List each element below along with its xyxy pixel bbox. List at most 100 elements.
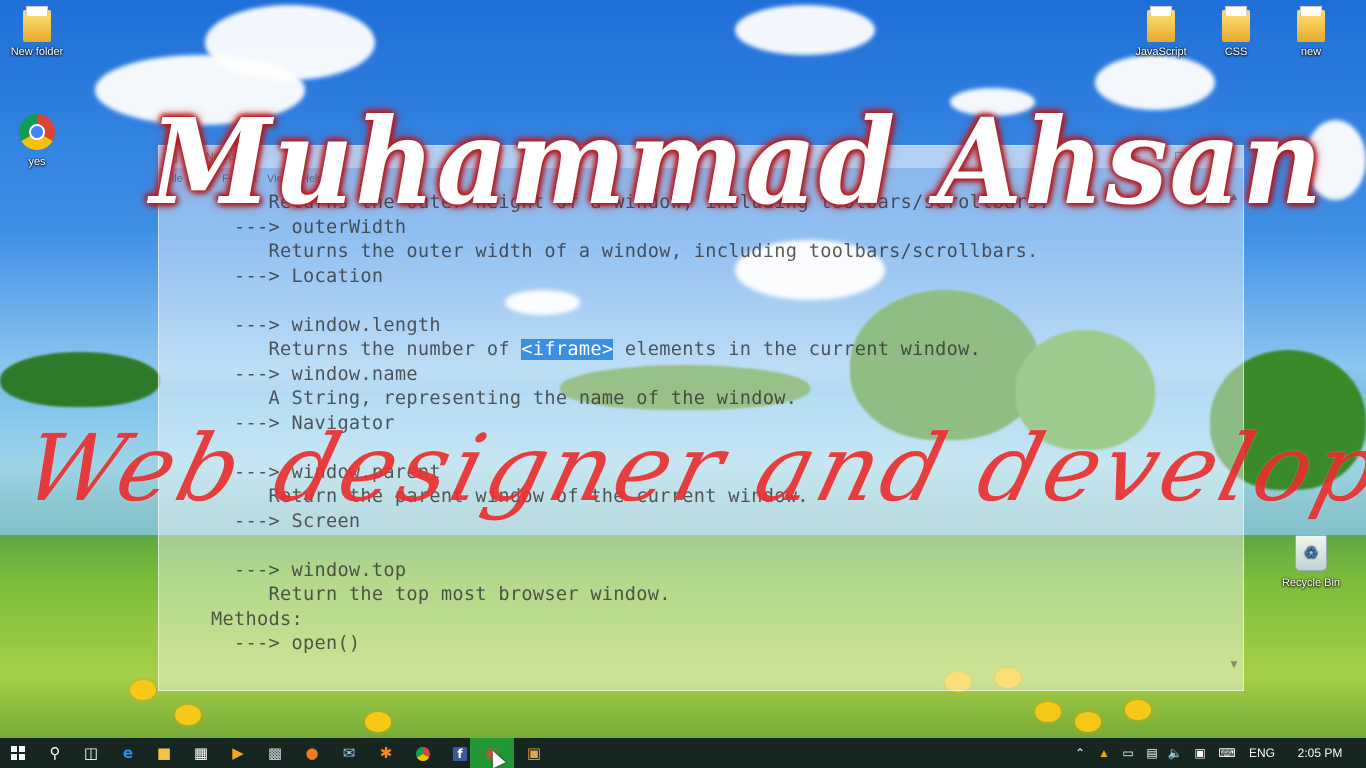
desktop-icon-label: JavaScript <box>1135 46 1187 58</box>
chrome-icon <box>416 746 430 761</box>
chrome-icon <box>19 114 55 150</box>
volume-icon[interactable]: 🔈 <box>1164 738 1186 768</box>
file-explorer-icon: ■ <box>156 744 172 762</box>
text-line: Returns the outer width of a window, inc… <box>211 241 1039 262</box>
text-line: Returns the number of <iframe> elements … <box>211 339 981 360</box>
menu-edit[interactable]: Edit <box>192 173 211 185</box>
text-line-tail: elements in the current window. <box>613 339 982 360</box>
start-button[interactable] <box>0 738 36 768</box>
scroll-down-icon[interactable]: ▼ <box>1229 660 1239 672</box>
firefox-button[interactable]: ● <box>294 738 330 768</box>
text-line: ---> window.top <box>211 560 407 581</box>
network-icon[interactable]: ▤ <box>1141 738 1163 768</box>
title-bar[interactable]: JS - Notepad — ☐ ✕ <box>159 146 1243 168</box>
treeline <box>0 352 160 407</box>
facebook-icon: f <box>453 747 467 761</box>
desktop-icon-recycle-bin[interactable]: Recycle Bin <box>1276 535 1346 589</box>
flower <box>1075 712 1101 732</box>
desktop-icon-css[interactable]: CSS <box>1201 6 1271 58</box>
close-button[interactable]: ✕ <box>1203 147 1243 167</box>
tray-expand-icon[interactable]: ⌃ <box>1070 738 1090 768</box>
search-icon: ⚲ <box>49 744 61 762</box>
cloud <box>950 88 1035 116</box>
flower <box>365 712 391 732</box>
mail-button[interactable]: ✉ <box>331 738 367 768</box>
text-line: ---> Screen <box>211 511 361 532</box>
edge-icon: e <box>122 744 134 762</box>
language-indicator[interactable]: ENG <box>1243 738 1281 768</box>
menu-bar: File Edit Format View Help <box>159 168 1243 190</box>
maximize-button[interactable]: ☐ <box>1159 147 1199 167</box>
menu-format[interactable]: Format <box>222 173 257 185</box>
text-line: Return the top most browser window. <box>211 584 671 605</box>
console-button[interactable]: ▣ <box>516 738 552 768</box>
folder-icon <box>1147 6 1175 42</box>
text-line: ---> window.length <box>211 315 441 336</box>
flower <box>175 705 201 725</box>
desktop-icon-yes[interactable]: yes <box>2 114 72 168</box>
folder-icon <box>1297 6 1325 42</box>
desktop-icon-javascript[interactable]: JavaScript <box>1126 6 1196 58</box>
cloud <box>1095 55 1215 110</box>
text-area[interactable]: Returns the outer height of a window, in… <box>159 190 1229 690</box>
menu-file[interactable]: File <box>165 173 183 185</box>
desktop: New folder yes JavaScript CSS new Recycl… <box>0 0 1366 768</box>
text-line: ---> Navigator <box>211 413 395 434</box>
desktop-icon-new-folder[interactable]: New folder <box>2 6 72 58</box>
desktop-icon-new[interactable]: new <box>1276 6 1346 58</box>
menu-view[interactable]: View <box>267 173 291 185</box>
console-icon: ▣ <box>526 744 542 762</box>
search-button[interactable]: ⚲ <box>37 738 73 768</box>
text-line: ---> outerWidth <box>211 217 407 238</box>
taskbar: ⚲ ◫ e ■ ▦ ▶ ▩ ● ✉ ✱ f ◉ ▣ ⌃ ▲ ▭ ▤ 🔈 ▣ ⌨ … <box>0 738 1366 768</box>
paint-icon: ✱ <box>379 744 393 762</box>
media-player-icon: ▶ <box>232 744 244 762</box>
selected-text: <iframe> <box>521 339 614 360</box>
folder-icon <box>1222 6 1250 42</box>
edge-button[interactable]: e <box>110 738 146 768</box>
minimize-button[interactable]: — <box>1115 147 1155 167</box>
text-line: ---> Location <box>211 266 384 287</box>
start-icon <box>11 746 25 760</box>
chrome-taskbar-button[interactable] <box>405 738 441 768</box>
action-center-icon[interactable]: ▣ <box>1188 738 1212 768</box>
media-player-button[interactable]: ▶ <box>220 738 256 768</box>
flower <box>1035 702 1061 722</box>
mail-icon: ✉ <box>342 744 356 762</box>
scroll-up-icon[interactable]: ▲ <box>1229 192 1239 204</box>
folder-icon <box>23 6 51 42</box>
text-line: Return the parent window of the current … <box>211 486 809 507</box>
desktop-icon-label: CSS <box>1224 46 1248 58</box>
store-button[interactable]: ▦ <box>183 738 219 768</box>
task-view-icon: ◫ <box>83 744 99 762</box>
notepad-window[interactable]: JS - Notepad — ☐ ✕ File Edit Format View… <box>158 145 1244 691</box>
clock[interactable]: 2:05 PM <box>1290 738 1350 768</box>
film-icon: ▩ <box>267 744 283 762</box>
notepad-icon <box>166 151 177 163</box>
task-view-button[interactable]: ◫ <box>73 738 109 768</box>
recycle-bin-icon <box>1295 535 1327 571</box>
text-line: Returns the outer height of a window, in… <box>211 192 1051 213</box>
flower <box>1125 700 1151 720</box>
desktop-icon-label: New folder <box>10 46 64 58</box>
store-icon: ▦ <box>193 744 209 762</box>
text-line: ---> window.parent <box>211 462 441 483</box>
window-title: JS - Notepad <box>183 151 248 163</box>
menu-help[interactable]: Help <box>301 173 324 185</box>
text-line: Methods: <box>211 609 303 630</box>
battery-icon[interactable]: ▭ <box>1117 738 1139 768</box>
file-explorer-button[interactable]: ■ <box>146 738 182 768</box>
film-button[interactable]: ▩ <box>257 738 293 768</box>
vlc-tray-icon[interactable]: ▲ <box>1094 738 1114 768</box>
firefox-icon: ● <box>305 744 319 762</box>
keyboard-icon[interactable]: ⌨ <box>1213 738 1241 768</box>
text-line: ---> open() <box>211 633 361 654</box>
cloud <box>205 5 375 80</box>
text-line-head: Returns the number of <box>211 339 522 360</box>
desktop-icon-label: yes <box>28 156 46 168</box>
flower <box>130 680 156 700</box>
desktop-icon-label: new <box>1300 46 1322 58</box>
paint-button[interactable]: ✱ <box>368 738 404 768</box>
text-line: ---> window.name <box>211 364 418 385</box>
cloud <box>1305 120 1366 200</box>
